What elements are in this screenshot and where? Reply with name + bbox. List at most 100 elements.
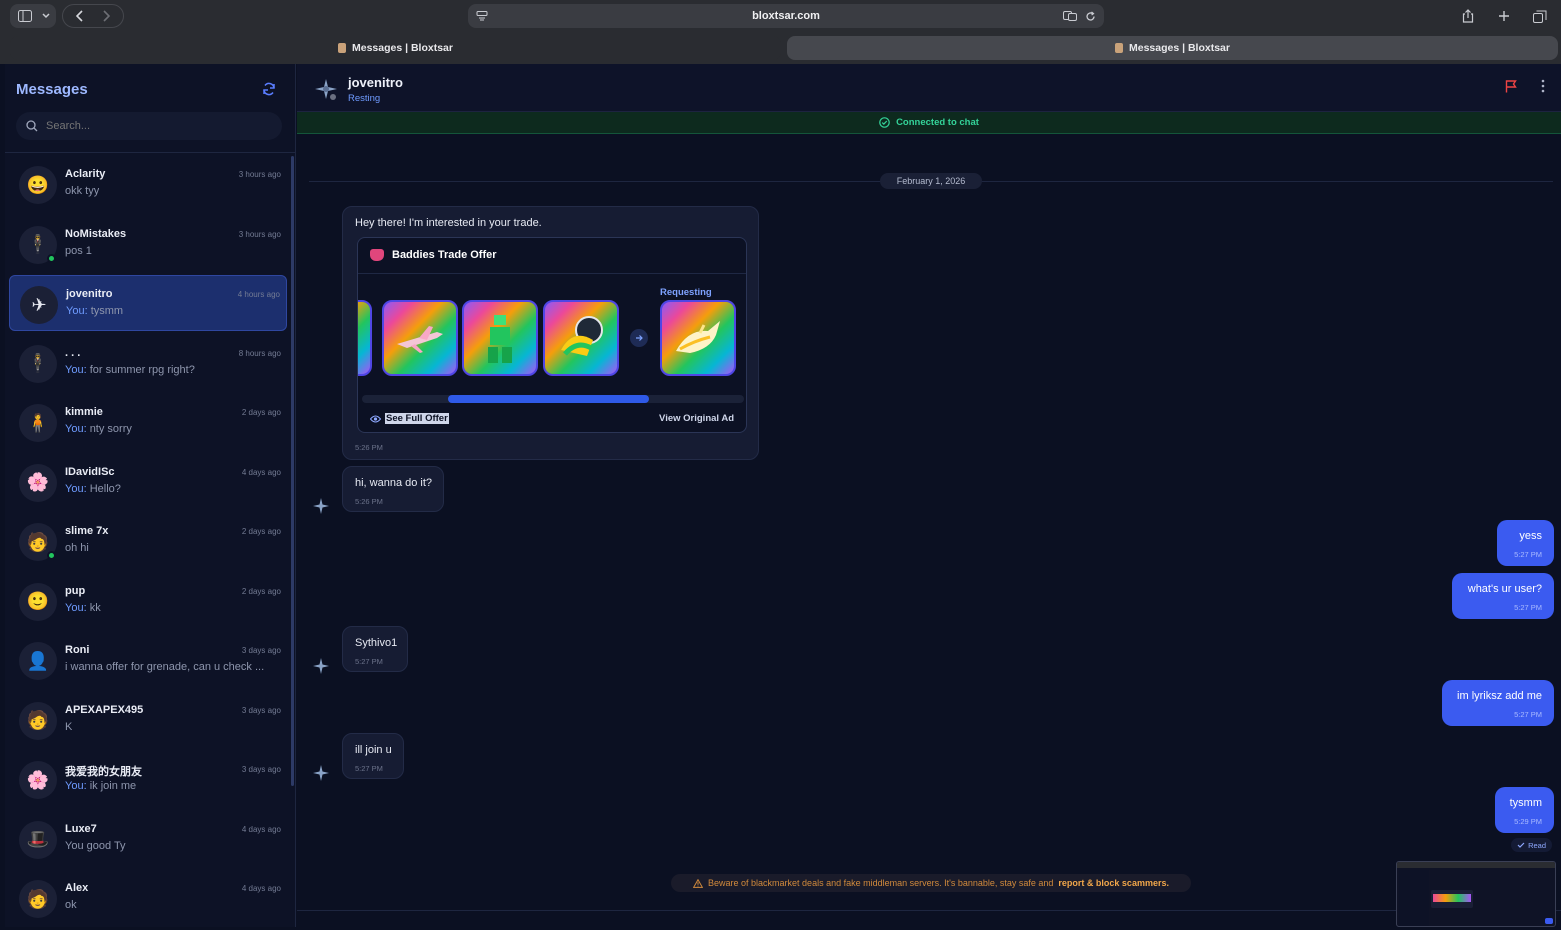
chevron-down-icon[interactable]	[38, 5, 54, 27]
conversation-item[interactable]: 🌸 我爱我的女朋友 You: ik join me 3 days ago	[9, 751, 287, 807]
more-options-icon[interactable]	[1541, 79, 1545, 93]
chat-username[interactable]: jovenitro	[348, 75, 403, 90]
conversation-time: 8 hours ago	[238, 348, 281, 358]
incoming-message: ill join u 5:27 PM	[342, 733, 404, 779]
screenshot-thumbnail[interactable]	[1396, 861, 1556, 927]
warning-triangle-icon	[693, 878, 704, 888]
tab-overview-icon[interactable]	[1527, 5, 1553, 27]
conversation-item[interactable]: 🕴 . . . You: for summer rpg right? 8 hours …	[9, 335, 287, 391]
you-prefix: You:	[65, 780, 87, 792]
conversation-name: . . .	[65, 346, 81, 359]
toolbar-left	[10, 0, 124, 32]
offered-item-partial[interactable]	[358, 300, 372, 376]
message-time: 5:27 PM	[1514, 710, 1542, 719]
conversation-time: 3 days ago	[241, 705, 281, 715]
tab-messages-2[interactable]: Messages | Bloxtsar	[787, 36, 1558, 60]
dragon-item[interactable]	[462, 300, 538, 376]
conversation-preview: ok	[65, 899, 77, 911]
avatar: 😀	[19, 166, 57, 204]
avatar[interactable]	[310, 762, 332, 784]
conversation-preview: You: kk	[65, 602, 101, 614]
conversation-item[interactable]: 🧍 kimmie You: nty sorry 2 days ago	[9, 394, 287, 450]
preview-text: nty sorry	[89, 423, 132, 435]
tab-messages-1[interactable]: Messages | Bloxtsar	[10, 36, 781, 60]
offer-title: Baddies Trade Offer	[392, 249, 497, 261]
conversation-item[interactable]: 👤 Roni i wanna offer for grenade, can u ch…	[9, 632, 287, 688]
message-text: what's ur user?	[1467, 583, 1542, 595]
conversation-time: 4 hours ago	[237, 290, 280, 299]
conversation-preview: K	[65, 721, 72, 733]
avatar: 🕴	[19, 344, 57, 383]
report-flag-icon[interactable]	[1505, 80, 1517, 93]
conversation-item[interactable]: ✈ jovenitro You: tysmm 4 hours ago	[9, 275, 287, 331]
see-full-offer-label: See Full Offer	[385, 413, 449, 424]
airplane-item[interactable]	[382, 300, 458, 376]
check-circle-icon	[879, 117, 890, 128]
avatar[interactable]	[311, 74, 341, 104]
sidebar-toggle-icon[interactable]	[12, 5, 38, 27]
conversation-preview: You: Hello?	[65, 483, 121, 495]
chat-header: jovenitro Resting	[297, 64, 1561, 112]
preview-text: ok	[65, 899, 77, 911]
message-text: Hey there! I'm interested in your trade.	[355, 217, 542, 229]
browser-chrome: bloxtsar.com Messages | Bloxtsar Message…	[0, 0, 1561, 64]
forward-icon[interactable]	[93, 5, 119, 27]
preview-text: ik join me	[89, 780, 137, 792]
conversation-name: IDavidISc	[65, 465, 115, 478]
sidebar-toggle-group	[10, 4, 56, 28]
address-bar[interactable]: bloxtsar.com	[468, 4, 1104, 28]
conversation-item[interactable]: 🧑 Alex ok 4 days ago	[9, 870, 287, 926]
search-input[interactable]	[46, 120, 256, 132]
unicorn-item[interactable]	[660, 300, 736, 376]
sidebar-title: Messages	[16, 81, 88, 98]
see-full-offer-button[interactable]: See Full Offer	[370, 413, 449, 424]
avatar[interactable]	[310, 655, 332, 677]
avatar[interactable]	[310, 495, 332, 517]
view-original-ad-link[interactable]: View Original Ad	[659, 413, 734, 424]
conversation-item[interactable]: 🕴 NoMistakes pos 13 hours ago	[9, 216, 287, 272]
reload-icon[interactable]	[1085, 11, 1096, 22]
url-text: bloxtsar.com	[752, 10, 820, 22]
new-tab-icon[interactable]	[1491, 5, 1517, 27]
translate-icon[interactable]	[1063, 10, 1077, 22]
conversation-item[interactable]: 😀 Aclarity okk tyy 3 hours ago	[9, 156, 287, 212]
conversation-name: Aclarity	[65, 168, 106, 180]
conversation-preview: You: ik join me	[65, 780, 136, 792]
refresh-icon[interactable]	[262, 82, 276, 96]
trade-offer-card[interactable]: Baddies Trade Offer Requesting See Full …	[357, 237, 747, 433]
arrow-right-icon	[630, 329, 648, 347]
page-settings-icon[interactable]	[476, 11, 488, 21]
conversation-name: Roni	[65, 644, 90, 656]
preview-text: pos 1	[65, 244, 92, 257]
offer-scroll-thumb[interactable]	[448, 395, 649, 403]
message-text: yess	[1519, 530, 1542, 542]
date-divider: February 1, 2026	[880, 173, 982, 189]
avatar: 🧍	[19, 404, 57, 442]
conversation-item[interactable]: 🎩 Luxe7 You good Ty 4 days ago	[9, 811, 287, 867]
conversation-preview: You good Ty	[65, 840, 126, 852]
conversation-item[interactable]: 🧑 slime 7x oh hi 2 days ago	[9, 513, 287, 569]
message-text: tysmm	[1509, 797, 1542, 809]
conversation-item[interactable]: 🌸 IDavidISc You: Hello? 4 days ago	[9, 454, 287, 510]
tab-title: Messages | Bloxtsar	[1129, 42, 1230, 54]
back-icon[interactable]	[67, 5, 93, 27]
conversation-name: slime 7x	[65, 525, 109, 537]
sidebar-scrollbar[interactable]	[291, 156, 294, 786]
avatar: ✈	[20, 286, 58, 324]
conversation-item[interactable]: 🧑 APEXAPEX495 K 3 days ago	[9, 692, 287, 748]
you-prefix: You:	[65, 482, 87, 495]
conversation-item[interactable]: 🙂 pup You: kk 2 days ago	[9, 573, 287, 629]
message-time: 5:29 PM	[1514, 817, 1542, 826]
connection-status: Connected to chat	[896, 117, 979, 128]
user-status: Resting	[348, 93, 381, 104]
conversation-preview: okk tyy	[65, 185, 99, 197]
read-label: Read	[1528, 840, 1546, 850]
rainbow-item[interactable]	[543, 300, 619, 376]
conversation-name: pup	[65, 584, 86, 597]
avatar: 🙂	[19, 582, 57, 621]
share-icon[interactable]	[1455, 5, 1481, 27]
search-icon	[26, 120, 38, 132]
requesting-label: Requesting	[660, 287, 712, 298]
conversations-sidebar: Messages 😀 Aclarity okk tyy 3 hours ago 🕴 NoM…	[5, 64, 296, 927]
report-block-link[interactable]: report & block scammers.	[1058, 878, 1169, 888]
